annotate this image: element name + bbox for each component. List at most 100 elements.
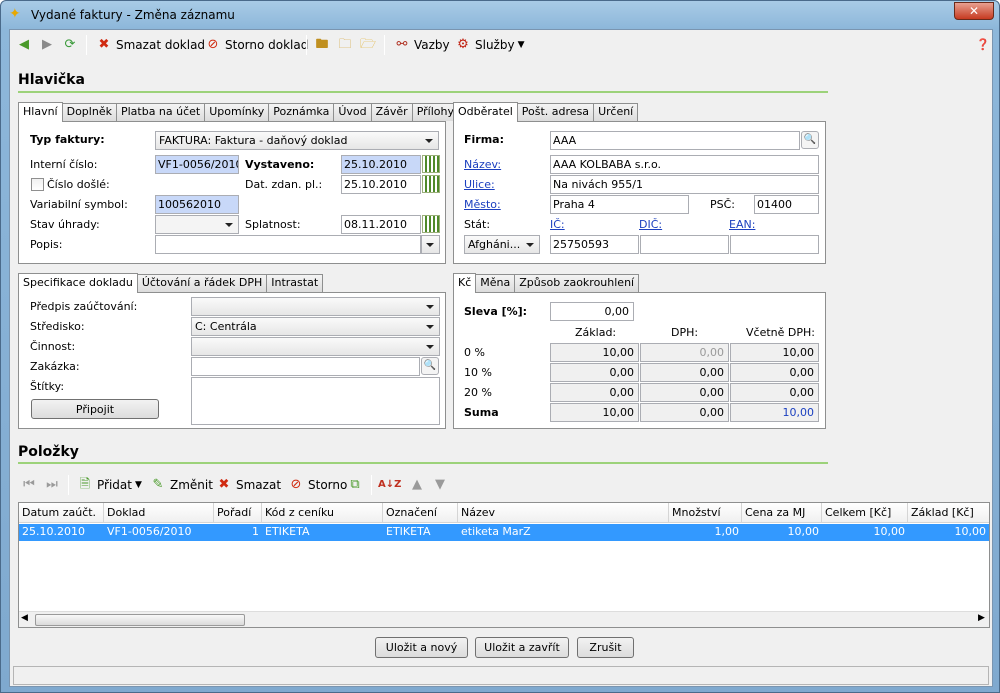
- column-header-document[interactable]: Doklad: [104, 503, 214, 523]
- tab-bank-payment[interactable]: Platba na účet: [115, 103, 206, 121]
- delete-item-button[interactable]: ✖ Smazat: [215, 474, 281, 496]
- total-value: 0,00: [730, 363, 819, 382]
- scrollbar-thumb[interactable]: [35, 614, 245, 626]
- column-header-total[interactable]: Celkem [Kč]: [822, 503, 908, 523]
- last-item-button[interactable]: ⏭: [43, 474, 64, 496]
- firm-lookup-button[interactable]: 🔍: [801, 131, 819, 149]
- column-header-unit-price[interactable]: Cena za MJ: [742, 503, 822, 523]
- tab-reminders[interactable]: Upomínky: [204, 103, 270, 121]
- horizontal-scrollbar[interactable]: ◀ ▶: [19, 611, 989, 627]
- discount-field[interactable]: 0,00: [550, 302, 634, 321]
- folder-export-button[interactable]: 🗀: [336, 34, 357, 56]
- first-item-button[interactable]: ⏮: [20, 474, 41, 496]
- city-field[interactable]: Praha 4: [550, 195, 689, 214]
- chevron-down-icon: ▼: [517, 40, 525, 50]
- tab-accounting-vat[interactable]: Účtování a řádek DPH: [136, 274, 268, 292]
- due-date-calendar-button[interactable]: [422, 215, 440, 233]
- move-up-button[interactable]: ▲: [408, 474, 429, 496]
- scroll-left-icon[interactable]: ◀: [21, 613, 28, 623]
- attach-button[interactable]: Připojit: [31, 399, 159, 419]
- name-link[interactable]: Název:: [464, 158, 501, 171]
- column-header-name[interactable]: Název: [458, 503, 669, 523]
- dic-link[interactable]: DIČ:: [639, 218, 662, 231]
- tab-intrastat[interactable]: Intrastat: [266, 274, 324, 292]
- incoming-number-checkbox[interactable]: [31, 178, 44, 191]
- tab-rounding[interactable]: Způsob zaokrouhlení: [514, 274, 640, 292]
- column-header-price-code[interactable]: Kód z ceníku: [262, 503, 383, 523]
- street-field[interactable]: Na nivách 955/1: [550, 175, 819, 194]
- ean-field[interactable]: [730, 235, 819, 254]
- order-lookup-button[interactable]: 🔍: [421, 357, 439, 375]
- tab-main[interactable]: Hlavní: [18, 102, 63, 122]
- due-date-field[interactable]: 08.11.2010: [341, 215, 421, 234]
- posting-rule-select[interactable]: [191, 297, 440, 316]
- back-button[interactable]: ◀: [15, 34, 36, 56]
- tab-currency[interactable]: Měna: [475, 274, 516, 292]
- issued-calendar-button[interactable]: [422, 155, 440, 173]
- column-header-order[interactable]: Pořadí: [214, 503, 262, 523]
- copy-item-button[interactable]: ⧉: [346, 474, 367, 496]
- storno-item-button[interactable]: ⊘ Storno: [287, 474, 348, 496]
- delete-document-button[interactable]: ✖ Smazat doklad: [95, 34, 206, 56]
- close-button[interactable]: ✕: [954, 2, 994, 20]
- forward-button[interactable]: ▶: [38, 34, 59, 56]
- scroll-right-icon[interactable]: ▶: [978, 613, 985, 623]
- ean-link[interactable]: EAN:: [729, 218, 755, 231]
- tax-date-calendar-button[interactable]: [422, 175, 440, 193]
- ic-link[interactable]: IČ:: [550, 218, 565, 231]
- save-and-close-button[interactable]: Uložit a zavřít: [475, 637, 569, 658]
- center-select[interactable]: C: Centrála: [191, 317, 440, 336]
- help-button[interactable]: ❓: [974, 34, 995, 56]
- tab-note[interactable]: Poznámka: [268, 103, 335, 121]
- dic-field[interactable]: [640, 235, 729, 254]
- ic-field[interactable]: 25750593: [550, 235, 639, 254]
- tab-supplement[interactable]: Doplněk: [61, 103, 117, 121]
- issued-date-field[interactable]: 25.10.2010: [341, 155, 421, 174]
- column-header-base[interactable]: Základ [Kč]: [908, 503, 989, 523]
- sort-button[interactable]: A↓Z: [378, 474, 401, 496]
- name-field[interactable]: AAA KOLBABA s.r.o.: [550, 155, 819, 174]
- cancel-button[interactable]: Zrušit: [577, 637, 634, 658]
- refresh-button[interactable]: ⟳: [61, 34, 82, 56]
- description-field[interactable]: [155, 235, 421, 254]
- edit-item-button[interactable]: ✎ Změnit: [149, 474, 213, 496]
- city-link[interactable]: Město:: [464, 198, 501, 211]
- tags-field[interactable]: [191, 377, 440, 425]
- storno-document-button[interactable]: ⊘ Storno doklad: [204, 34, 309, 56]
- column-header-posting-date[interactable]: Datum zaúčt.: [19, 503, 104, 523]
- activity-select[interactable]: [191, 337, 440, 356]
- tab-attachments[interactable]: Přílohy: [411, 103, 459, 121]
- payment-state-select[interactable]: [155, 215, 239, 234]
- internal-number-field[interactable]: VF1-0056/2010: [155, 155, 239, 174]
- street-link[interactable]: Ulice:: [464, 178, 495, 191]
- tab-destination[interactable]: Určení: [593, 103, 639, 121]
- save-and-new-button[interactable]: Uložit a nový: [375, 637, 468, 658]
- move-down-button[interactable]: ▼: [431, 474, 452, 496]
- state-select[interactable]: Afgháni...: [464, 235, 540, 254]
- tab-document-spec[interactable]: Specifikace dokladu: [18, 273, 138, 293]
- title-bar[interactable]: ✦ Vydané faktury - Změna záznamu ✕: [1, 1, 1000, 29]
- links-button[interactable]: ⚯ Vazby: [393, 34, 450, 56]
- table-row[interactable]: 25.10.2010 VF1-0056/2010 1 ETIKETA ETIKE…: [19, 524, 989, 541]
- add-item-button[interactable]: 🗎 Přidat ▼: [76, 474, 142, 496]
- invoice-type-select[interactable]: FAKTURA: Faktura - daňový doklad: [155, 131, 439, 150]
- folder-open-button[interactable]: 🗁: [359, 34, 380, 56]
- tax-date-field[interactable]: 25.10.2010: [341, 175, 421, 194]
- tab-intro[interactable]: Úvod: [333, 103, 372, 121]
- tab-customer[interactable]: Odběratel: [453, 102, 518, 122]
- status-bar: [13, 666, 989, 685]
- services-button[interactable]: ⚙ Služby ▼: [454, 34, 525, 56]
- search-icon: 🔍: [423, 360, 437, 371]
- spec-tab-panel: Předpis zaúčtování: Středisko: C: Centrá…: [18, 292, 446, 429]
- variable-symbol-field[interactable]: 100562010: [155, 195, 239, 214]
- firm-field[interactable]: AAA: [550, 131, 800, 150]
- zip-field[interactable]: 01400: [754, 195, 819, 214]
- tab-postal-address[interactable]: Pošt. adresa: [516, 103, 595, 121]
- order-field[interactable]: [191, 357, 420, 376]
- description-dropdown-button[interactable]: [421, 235, 440, 254]
- tab-czk[interactable]: Kč: [453, 273, 477, 293]
- column-header-quantity[interactable]: Množství: [669, 503, 742, 523]
- tab-conclusion[interactable]: Závěr: [370, 103, 413, 121]
- folder-tool-button[interactable]: 🖿: [313, 34, 334, 56]
- column-header-designation[interactable]: Označení: [383, 503, 458, 523]
